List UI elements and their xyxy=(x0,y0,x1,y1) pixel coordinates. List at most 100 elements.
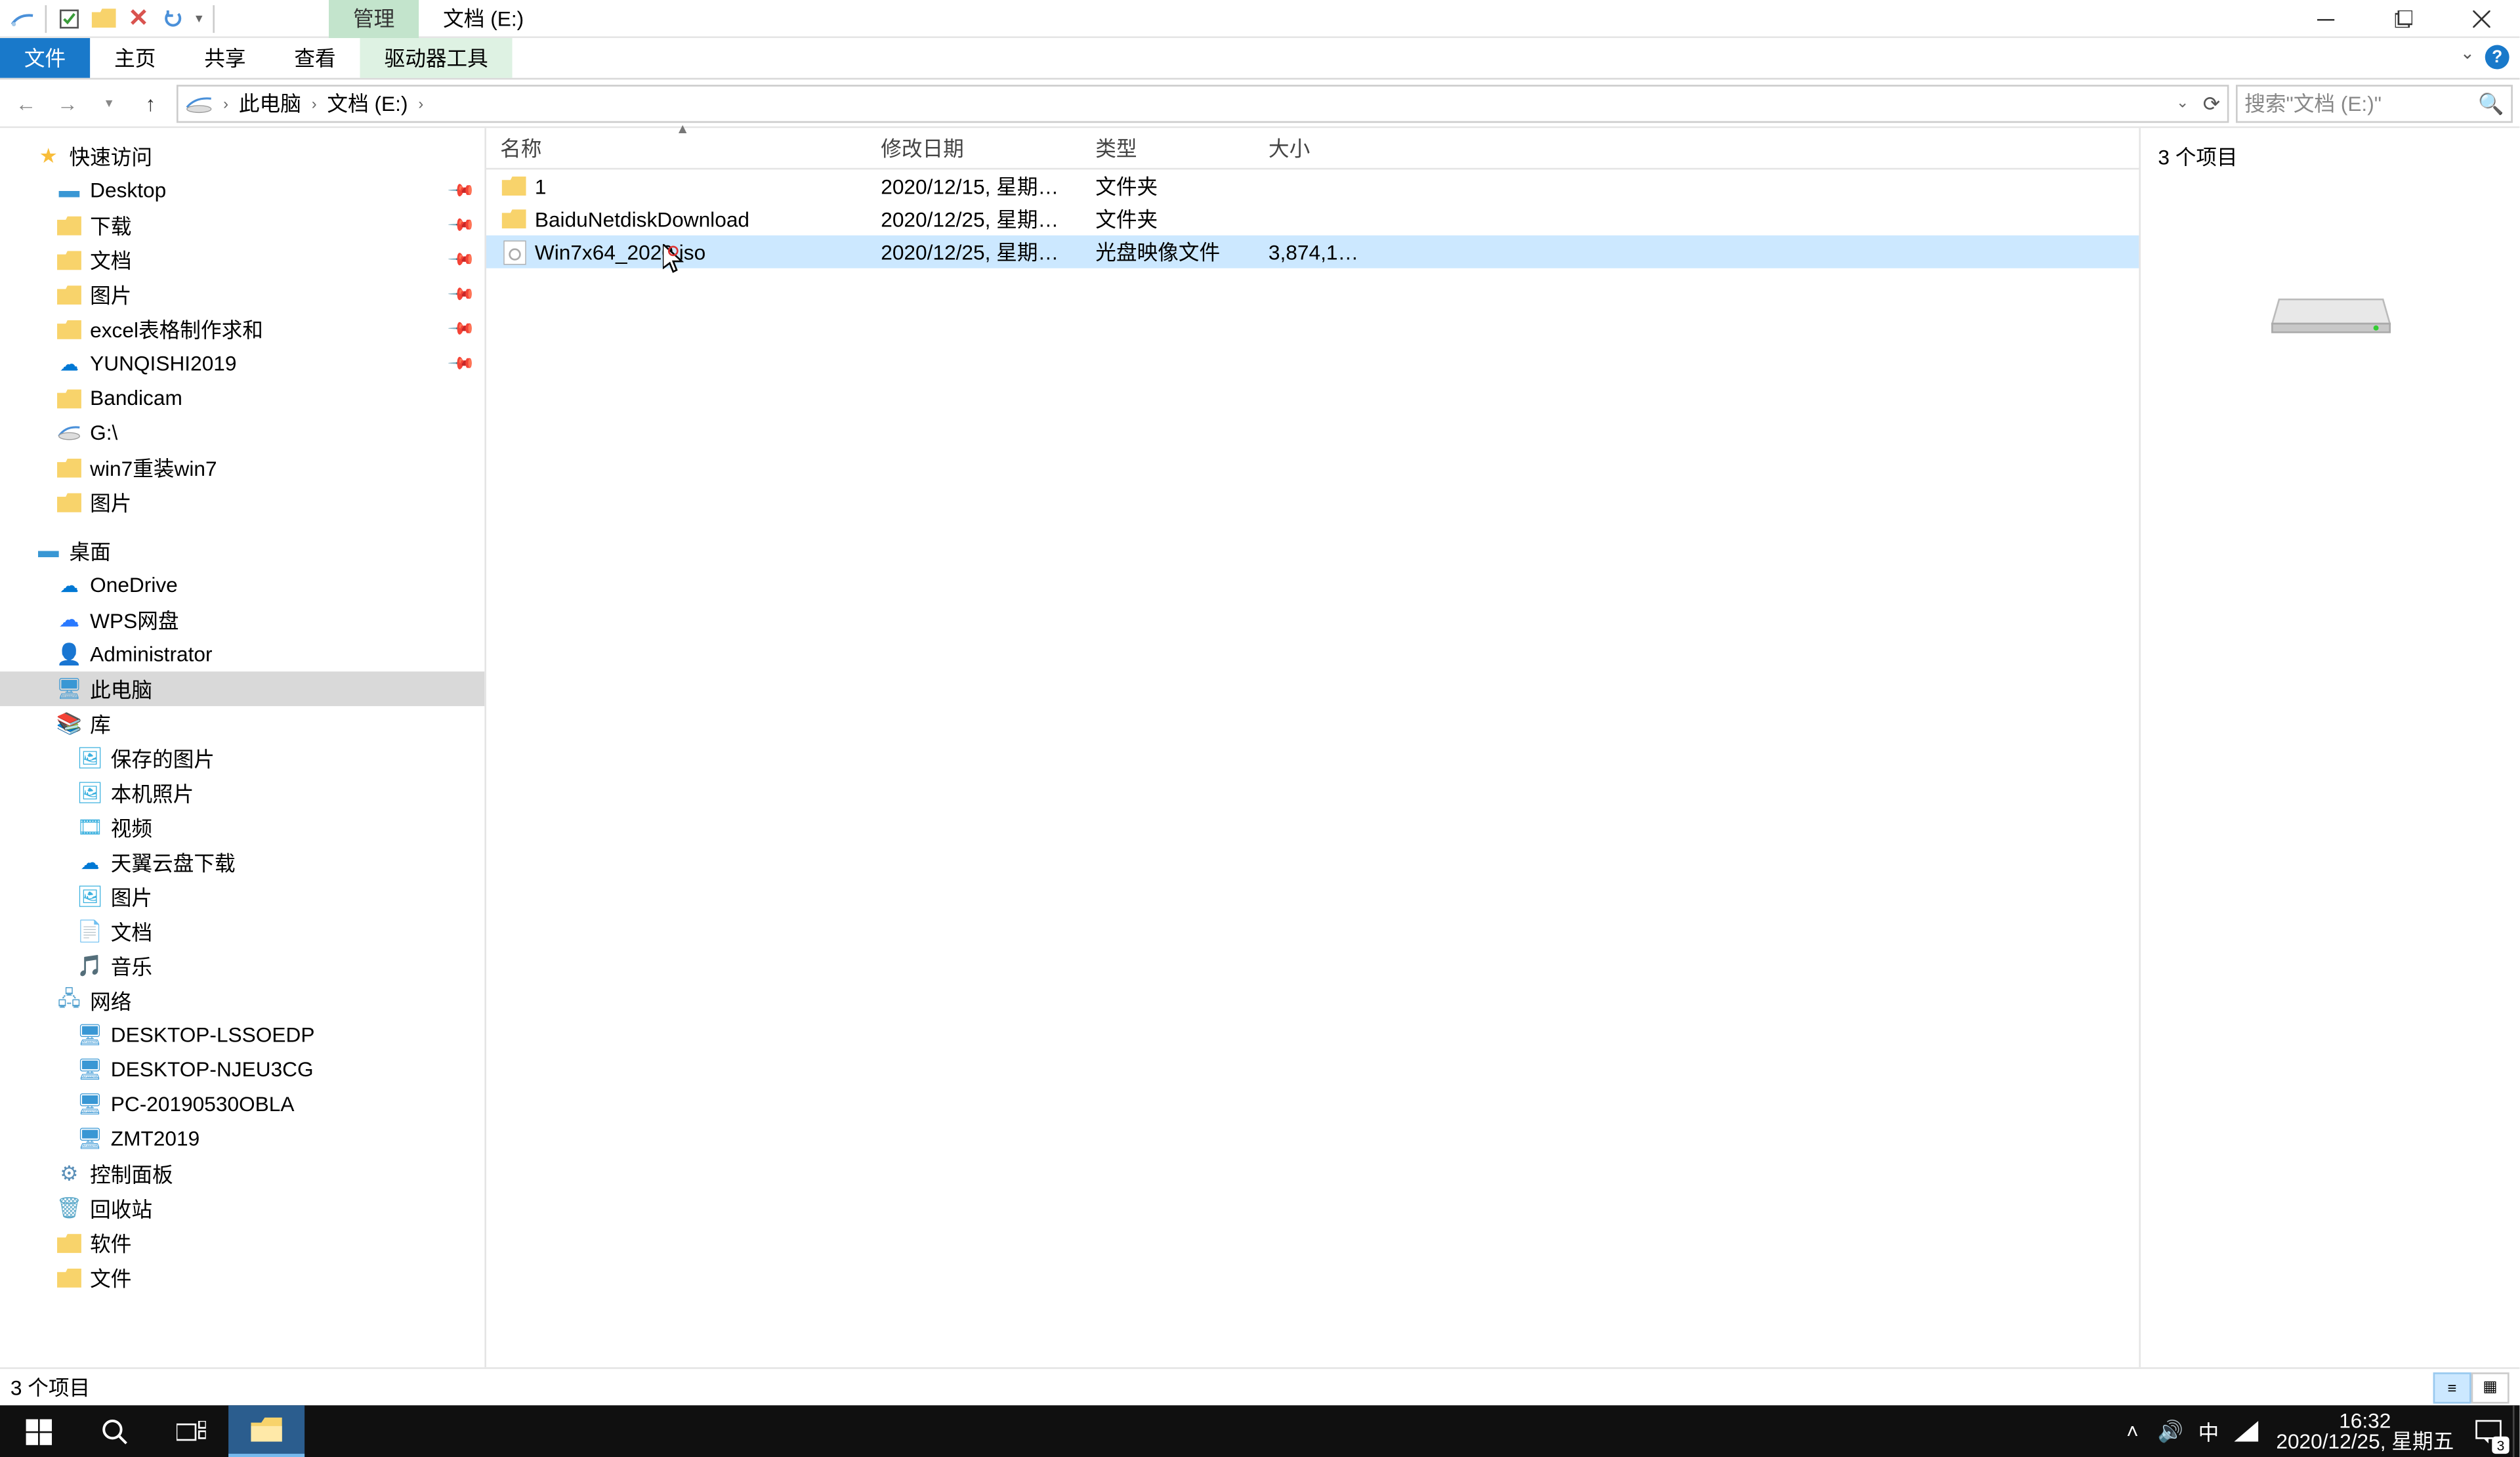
file-row[interactable]: BaiduNetdiskDownload 2020/12/25, 星期五 1..… xyxy=(486,203,2139,236)
nav-qa-excel[interactable]: excel表格制作求和📌 xyxy=(0,312,484,347)
nav-qa-pictures2[interactable]: 图片 xyxy=(0,484,484,519)
properties-icon[interactable] xyxy=(54,3,85,33)
new-folder-icon[interactable] xyxy=(88,3,119,33)
back-button[interactable]: ← xyxy=(7,84,45,122)
crumb-sep-2[interactable]: › xyxy=(418,95,423,112)
status-bar: 3 个项目 ≡ ▦ xyxy=(0,1367,2519,1405)
nav-qa-desktop[interactable]: ▬Desktop📌 xyxy=(0,173,484,208)
nav-qa-bandicam[interactable]: Bandicam xyxy=(0,381,484,415)
crumb-root-sep[interactable]: › xyxy=(223,95,228,112)
start-button[interactable] xyxy=(0,1405,76,1457)
nav-qa-yunqishi[interactable]: ☁YUNQISHI2019📌 xyxy=(0,346,484,381)
ime-indicator[interactable]: 中 xyxy=(2190,1405,2228,1457)
ribbon-tab-home[interactable]: 主页 xyxy=(90,38,180,78)
nav-label: 图片 xyxy=(90,280,131,309)
address-history-dropdown[interactable]: ⌄ xyxy=(2176,93,2189,112)
search-button[interactable] xyxy=(76,1405,152,1457)
nav-net-pc4[interactable]: 🖥ZMT2019 xyxy=(0,1122,484,1156)
search-placeholder: 搜索"文档 (E:)" xyxy=(2244,88,2382,117)
forward-button[interactable]: → xyxy=(49,84,87,122)
nav-lib-tianyi[interactable]: ☁天翼云盘下载 xyxy=(0,845,484,879)
show-desktop-button[interactable] xyxy=(2513,1405,2520,1457)
nav-this-pc[interactable]: 🖥此电脑 xyxy=(0,671,484,706)
nav-onedrive[interactable]: ☁OneDrive xyxy=(0,568,484,602)
address-bar[interactable]: › 此电脑 › 文档 (E:) › ⌄ ⟳ xyxy=(177,84,2229,122)
pin-icon: 📌 xyxy=(446,280,474,308)
file-explorer-taskbar-button[interactable] xyxy=(228,1405,304,1457)
search-input[interactable]: 搜索"文档 (E:)" 🔍 xyxy=(2236,84,2513,122)
nav-label: Bandicam xyxy=(90,386,182,410)
delete-icon[interactable]: ✕ xyxy=(123,3,154,33)
drive-preview-icon xyxy=(2268,275,2393,337)
nav-label: Desktop xyxy=(90,179,166,203)
icons-view-button[interactable]: ▦ xyxy=(2471,1372,2510,1403)
nav-lib-videos[interactable]: 🎞视频 xyxy=(0,810,484,845)
tray-chevron-icon[interactable]: ˄ xyxy=(2113,1405,2151,1457)
nav-network[interactable]: 🖧网络 xyxy=(0,983,484,1018)
taskbar-clock[interactable]: 16:32 2020/12/25, 星期五 xyxy=(2266,1410,2465,1452)
close-button[interactable] xyxy=(2442,0,2520,38)
drive-icon xyxy=(185,93,213,114)
up-button[interactable]: ↑ xyxy=(131,84,169,122)
nav-qa-pictures[interactable]: 图片 📌 xyxy=(0,277,484,312)
nav-wps[interactable]: ☁WPS网盘 xyxy=(0,602,484,637)
nav-lib-documents[interactable]: 📄文档 xyxy=(0,914,484,948)
nav-net-pc1[interactable]: 🖥DESKTOP-LSSOEDP xyxy=(0,1018,484,1053)
file-row[interactable]: Win7x64_2020.iso 2020/12/25, 星期五 1... 光盘… xyxy=(486,236,2139,268)
ribbon-tab-share[interactable]: 共享 xyxy=(180,38,270,78)
details-view-button[interactable]: ≡ xyxy=(2433,1372,2471,1403)
minimize-button[interactable] xyxy=(2286,0,2364,38)
breadcrumb-this-pc[interactable]: 此电脑 xyxy=(239,88,301,117)
nav-net-pc2[interactable]: 🖥DESKTOP-NJEU3CG xyxy=(0,1052,484,1087)
nav-net-pc3[interactable]: 🖥PC-20190530OBLA xyxy=(0,1087,484,1122)
undo-icon[interactable] xyxy=(158,3,188,33)
nav-control-panel[interactable]: ⚙控制面板 xyxy=(0,1156,484,1191)
nav-quick-access[interactable]: ★ 快速访问 xyxy=(0,138,484,173)
column-name[interactable]: ▲名称 xyxy=(486,128,867,168)
nav-libraries[interactable]: 📚库 xyxy=(0,706,484,741)
refresh-button[interactable]: ⟳ xyxy=(2203,91,2221,115)
task-view-button[interactable] xyxy=(152,1405,228,1457)
file-type: 文件夹 xyxy=(1082,204,1255,234)
action-center-button[interactable]: 3 xyxy=(2464,1405,2513,1457)
nav-lib-pictures[interactable]: 🖼图片 xyxy=(0,879,484,914)
nav-qa-win7[interactable]: win7重装win7 xyxy=(0,450,484,485)
column-size[interactable]: 大小 xyxy=(1255,128,1376,168)
star-icon: ★ xyxy=(35,144,62,168)
volume-icon[interactable]: 🔊 xyxy=(2151,1405,2189,1457)
help-icon[interactable]: ? xyxy=(2485,45,2510,70)
file-name: BaiduNetdiskDownload xyxy=(535,207,749,231)
folder-icon xyxy=(500,174,528,198)
search-icon[interactable]: 🔍 xyxy=(2478,91,2504,115)
qat-customize-dropdown[interactable]: ▾ xyxy=(192,3,206,33)
nav-docs-folder[interactable]: 文件 xyxy=(0,1260,484,1295)
column-type[interactable]: 类型 xyxy=(1082,128,1255,168)
ribbon-expand-icon[interactable]: ⌄ xyxy=(2460,45,2475,70)
preview-pane: 3 个项目 xyxy=(2139,128,2519,1367)
nav-label: 回收站 xyxy=(90,1193,152,1223)
crumb-sep-1[interactable]: › xyxy=(312,95,317,112)
nav-lib-camera-roll[interactable]: 🖼本机照片 xyxy=(0,775,484,810)
file-row[interactable]: 1 2020/12/15, 星期二 1... 文件夹 xyxy=(486,169,2139,202)
nav-qa-downloads[interactable]: 下载📌 xyxy=(0,207,484,242)
nav-desktop[interactable]: ▬桌面 xyxy=(0,533,484,568)
ribbon: 文件 主页 共享 查看 驱动器工具 ⌄ ? xyxy=(0,38,2519,79)
breadcrumb-drive-e[interactable]: 文档 (E:) xyxy=(327,88,408,117)
ribbon-tab-view[interactable]: 查看 xyxy=(270,38,360,78)
nav-software[interactable]: 软件 xyxy=(0,1225,484,1260)
app-icon[interactable] xyxy=(7,3,38,33)
ribbon-tab-drive-tools[interactable]: 驱动器工具 xyxy=(360,38,513,78)
nav-lib-saved-pics[interactable]: 🖼保存的图片 xyxy=(0,741,484,776)
ribbon-tab-file[interactable]: 文件 xyxy=(0,38,90,78)
nav-lib-music[interactable]: 🎵音乐 xyxy=(0,948,484,983)
nav-label: WPS网盘 xyxy=(90,605,178,635)
nav-qa-g-drive[interactable]: G:\ xyxy=(0,415,484,450)
recent-dropdown[interactable]: ▾ xyxy=(90,84,128,122)
column-date[interactable]: 修改日期 xyxy=(867,128,1082,168)
folder-icon xyxy=(500,207,528,231)
network-tray-icon[interactable] xyxy=(2228,1405,2266,1457)
nav-qa-documents[interactable]: 文档📌 xyxy=(0,242,484,277)
nav-administrator[interactable]: 👤Administrator xyxy=(0,637,484,671)
nav-recycle-bin[interactable]: 🗑回收站 xyxy=(0,1191,484,1225)
maximize-button[interactable] xyxy=(2364,0,2442,38)
